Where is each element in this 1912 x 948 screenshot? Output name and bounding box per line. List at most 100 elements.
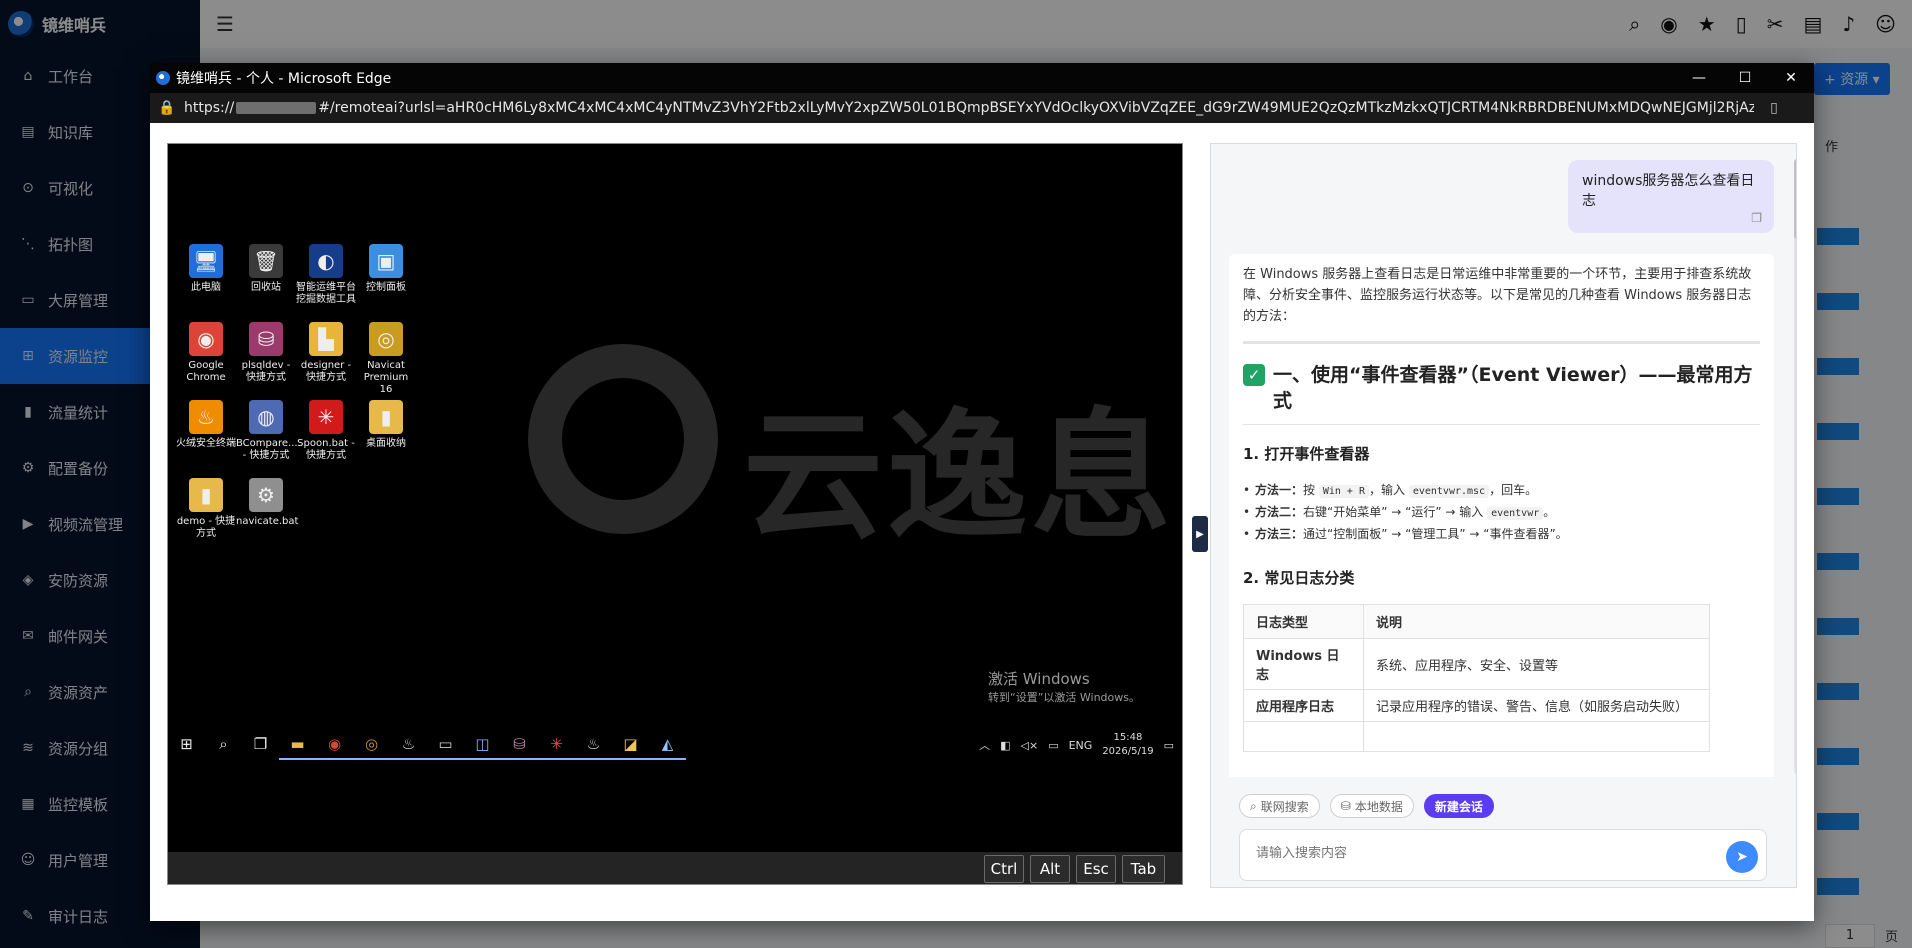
chat-scrollbar[interactable] <box>1794 159 1796 774</box>
clock-date: 2026/5/19 <box>1102 746 1154 757</box>
desktop-shortcut-label: Google Chrome <box>186 360 226 383</box>
taskbar-chrome-icon[interactable]: ◉ <box>316 730 353 760</box>
desktop-shortcut[interactable]: ◎ Navicat Premium 16 <box>356 322 416 396</box>
desktop-shortcut[interactable]: ▮ demo - 快捷方式 <box>176 478 236 540</box>
tab-key-button[interactable]: Tab <box>1122 855 1165 883</box>
desktop-shortcut[interactable]: ◍ BCompare... - 快捷方式 <box>236 400 298 462</box>
watermark-logo-icon <box>528 344 718 534</box>
window-title-bar: 镜维哨兵 - 个人 - Microsoft Edge — ☐ ✕ <box>150 63 1814 93</box>
window-controls: — ☐ ✕ <box>1676 63 1814 93</box>
answer-heading: ✓ 一、使用“事件查看器”（Event Viewer）——最常用方式 <box>1243 362 1760 414</box>
new-conversation-button[interactable]: 新建会话 <box>1423 794 1494 818</box>
table-cell: 系统、应用程序、安全、设置等 <box>1363 638 1710 690</box>
terminal-icon[interactable]: ▭ <box>427 730 464 760</box>
list-item: 方法一：按 Win + R，输入 eventvwr.msc，回车。 <box>1243 480 1760 502</box>
answer-heading-text: 一、使用“事件查看器”（Event Viewer）——最常用方式 <box>1273 364 1753 412</box>
url-text[interactable]: https://#/remoteai?urlsl=aHR0cHM6Ly8xMC4… <box>184 100 1754 116</box>
chrome-icon: ◉ <box>189 322 223 356</box>
chip-label: 本地数据 <box>1354 799 1403 814</box>
scroll-thumb[interactable] <box>1794 159 1796 239</box>
start-icon[interactable]: ⊞ <box>168 730 205 760</box>
tray-chevron-icon[interactable]: ︿ <box>979 737 990 753</box>
ai-chat-panel: windows服务器怎么查看日志 ❐ 在 Windows 服务器上查看日志是日常… <box>1210 143 1797 888</box>
plsqldev-icon: ⛁ <box>249 322 283 356</box>
volume-muted-icon[interactable]: ◁× <box>1021 739 1039 752</box>
address-bar[interactable]: 🔒 https://#/remoteai?urlsl=aHR0cHM6Ly8xM… <box>150 93 1814 123</box>
desktop-shortcut-label: 回收站 <box>251 282 281 293</box>
tray-app-icon[interactable]: ◧ <box>1000 739 1010 752</box>
desktop-shortcut[interactable]: ◐ 智能运维平台 挖掘数据工具 <box>296 244 356 306</box>
desktop-shortcut[interactable]: ▣ 控制面板 <box>356 244 416 294</box>
control-panel-icon: ▣ <box>369 244 403 278</box>
assistant-message: 在 Windows 服务器上查看日志是日常运维中非常重要的一个环节，主要用于排查… <box>1229 254 1774 777</box>
desktop-shortcut[interactable]: ▙ designer - 快捷方式 <box>296 322 356 384</box>
spoon-taskbar-icon[interactable]: ✳ <box>538 730 575 760</box>
log-types-table: 日志类型 说明 Windows 日志 系统、应用程序、安全、设置等 应用程序日志… <box>1243 604 1710 752</box>
chip-label: 联网搜索 <box>1260 799 1309 814</box>
divider <box>1243 341 1760 344</box>
desktop-shortcut[interactable]: ✳ Spoon.bat - 快捷方式 <box>296 400 356 462</box>
panel-toggle-handle[interactable]: ▶ <box>1192 516 1208 552</box>
taskbar-icons: ⊞ ⌕ ❐ ▬ ◉ ◎ ♨ ▭ ◫ ⛁ ✳ ♨ ◪ ◭ <box>168 730 686 760</box>
local-data-toggle[interactable]: ⛁ 本地数据 <box>1329 794 1414 818</box>
notes-icon[interactable]: ◪ <box>612 730 649 760</box>
edge-window: 镜维哨兵 - 个人 - Microsoft Edge — ☐ ✕ 🔒 https… <box>150 63 1814 921</box>
desktop-shortcut[interactable]: ◉ Google Chrome <box>176 322 236 384</box>
magnifier-app-icon[interactable]: ◫ <box>464 730 501 760</box>
send-button[interactable]: ➤ <box>1726 841 1758 873</box>
alt-key-button[interactable]: Alt <box>1030 855 1070 883</box>
desktop-shortcut[interactable]: 🖥 此电脑 <box>176 244 236 294</box>
chat-options: ⌕ 联网搜索 ⛁ 本地数据 新建会话 <box>1239 794 1494 818</box>
desktop-shortcut-label: 智能运维平台 挖掘数据工具 <box>296 282 356 305</box>
desktop-shortcut-label: navicate.bat <box>236 516 299 527</box>
desktop-shortcut[interactable]: ⚙ navicate.bat <box>236 478 299 528</box>
esc-key-button[interactable]: Esc <box>1076 855 1116 883</box>
network-icon[interactable]: ▭ <box>1048 739 1058 752</box>
desktop-shortcut[interactable]: ⛁ plsqldev - 快捷方式 <box>236 322 296 384</box>
send-icon: ➤ <box>1736 849 1748 865</box>
bat-file-icon: ⚙ <box>249 478 283 512</box>
desktop-shortcut-label: Navicat Premium 16 <box>363 360 409 395</box>
divider <box>1243 424 1760 425</box>
user-message-text: windows服务器怎么查看日志 <box>1582 173 1755 209</box>
taskbar-search-icon[interactable]: ⌕ <box>205 730 242 760</box>
desktop-shortcut[interactable]: 🗑 回收站 <box>236 244 296 294</box>
chat-messages[interactable]: windows服务器怎么查看日志 ❐ 在 Windows 服务器上查看日志是日常… <box>1211 144 1796 777</box>
desktop-shortcut-label: demo - 快捷方式 <box>176 516 236 539</box>
minimize-icon[interactable]: — <box>1676 63 1722 93</box>
bcompare-icon: ◍ <box>249 400 283 434</box>
page-actions-icon[interactable]: ▯ <box>1754 100 1794 116</box>
table-row <box>1243 721 1710 752</box>
java2-icon[interactable]: ♨ <box>575 730 612 760</box>
java-icon[interactable]: ♨ <box>390 730 427 760</box>
maximize-icon[interactable]: ☐ <box>1722 63 1768 93</box>
section-heading-open: 1. 打开事件查看器 <box>1243 445 1370 463</box>
ctrl-key-button[interactable]: Ctrl <box>984 855 1024 883</box>
chat-input[interactable] <box>1256 846 1696 861</box>
desktop-shortcut[interactable]: ♨ 火绒安全终端 <box>176 400 236 450</box>
notification-icon[interactable]: ▭ <box>1164 739 1174 752</box>
explorer-icon[interactable]: ▬ <box>279 730 316 760</box>
web-search-toggle[interactable]: ⌕ 联网搜索 <box>1239 794 1320 818</box>
table-cell: Windows 日志 <box>1243 638 1364 690</box>
column-header: 说明 <box>1363 604 1710 639</box>
close-icon[interactable]: ✕ <box>1768 63 1814 93</box>
table-cell: 应用程序日志 <box>1243 689 1364 722</box>
answer-intro: 在 Windows 服务器上查看日志是日常运维中非常重要的一个环节，主要用于排查… <box>1243 267 1752 324</box>
network-app-icon[interactable]: ◭ <box>649 730 686 760</box>
desktop-shortcut[interactable]: ▮ 桌面收纳 <box>356 400 416 450</box>
task-view-icon[interactable]: ❐ <box>242 730 279 760</box>
language-indicator[interactable]: ENG <box>1069 739 1093 752</box>
system-tray: ︿ ◧ ◁× ▭ ENG 15:48 2026/5/19 ▭ <box>979 724 1174 766</box>
lock-icon[interactable]: 🔒 <box>150 100 184 116</box>
check-icon: ✓ <box>1243 364 1265 386</box>
remote-desktop[interactable]: 云逸息 🖥 此电脑 🗑 回收站 ◐ 智能运维平台 挖掘数据工具 ▣ 控制面板 ◉ Google C… <box>167 143 1183 885</box>
copy-icon[interactable]: ❐ <box>1751 211 1762 225</box>
clock[interactable]: 15:48 2026/5/19 <box>1102 731 1153 759</box>
plsql-taskbar-icon[interactable]: ⛁ <box>501 730 538 760</box>
desktop-shortcut-label: 此电脑 <box>191 282 221 293</box>
app-logo-icon <box>156 71 170 85</box>
clock-time: 15:48 <box>1113 732 1143 743</box>
taskbar-navicat-icon[interactable]: ◎ <box>353 730 390 760</box>
list-item: 方法三：通过“控制面板” → “管理工具” → “事件查看器”。 <box>1243 524 1760 545</box>
